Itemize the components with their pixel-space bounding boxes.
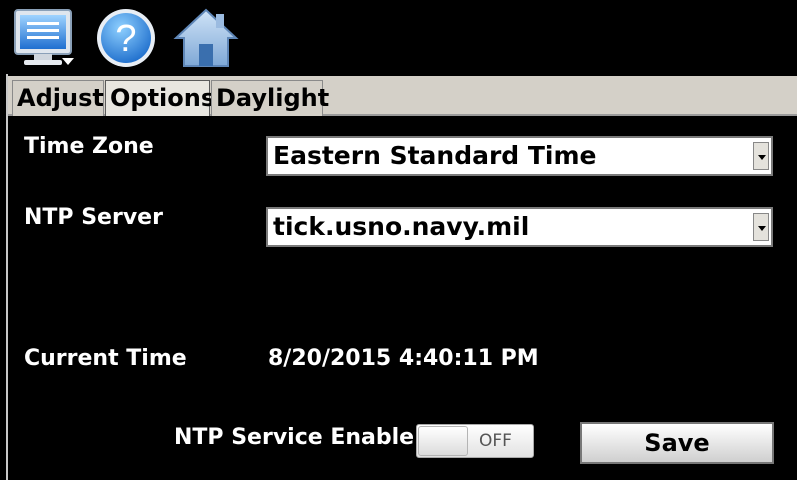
tab-options[interactable]: Options	[105, 80, 215, 116]
time-zone-label: Time Zone	[24, 134, 154, 159]
time-zone-value: Eastern Standard Time	[273, 141, 597, 170]
tab-adjust[interactable]: Adjust	[12, 80, 104, 116]
time-zone-dropdown-arrow-icon[interactable]	[753, 142, 769, 170]
save-button[interactable]: Save	[580, 422, 774, 464]
current-time-label: Current Time	[24, 346, 187, 371]
toggle-state-label: OFF	[479, 431, 512, 451]
toggle-knob[interactable]	[418, 426, 468, 456]
help-glyph: ?	[115, 18, 136, 60]
top-toolbar: ?	[0, 0, 797, 74]
ntp-service-toggle[interactable]: OFF	[416, 424, 534, 458]
home-icon[interactable]	[172, 6, 240, 70]
monitor-menu-icon[interactable]	[12, 6, 78, 70]
tab-daylight[interactable]: Daylight	[211, 80, 329, 116]
ntp-server-dropdown-arrow-icon[interactable]	[753, 213, 769, 241]
help-icon[interactable]: ?	[94, 6, 158, 70]
ntp-service-enable-label: NTP Service Enable	[174, 425, 415, 450]
current-time-value: 8/20/2015 4:40:11 PM	[268, 346, 539, 371]
tab-bar: Adjust Options Daylight	[8, 76, 797, 116]
time-zone-select[interactable]: Eastern Standard Time	[266, 136, 773, 176]
ntp-server-select[interactable]: tick.usno.navy.mil	[266, 207, 773, 247]
ntp-server-value: tick.usno.navy.mil	[273, 212, 530, 241]
ntp-server-label: NTP Server	[24, 205, 163, 230]
